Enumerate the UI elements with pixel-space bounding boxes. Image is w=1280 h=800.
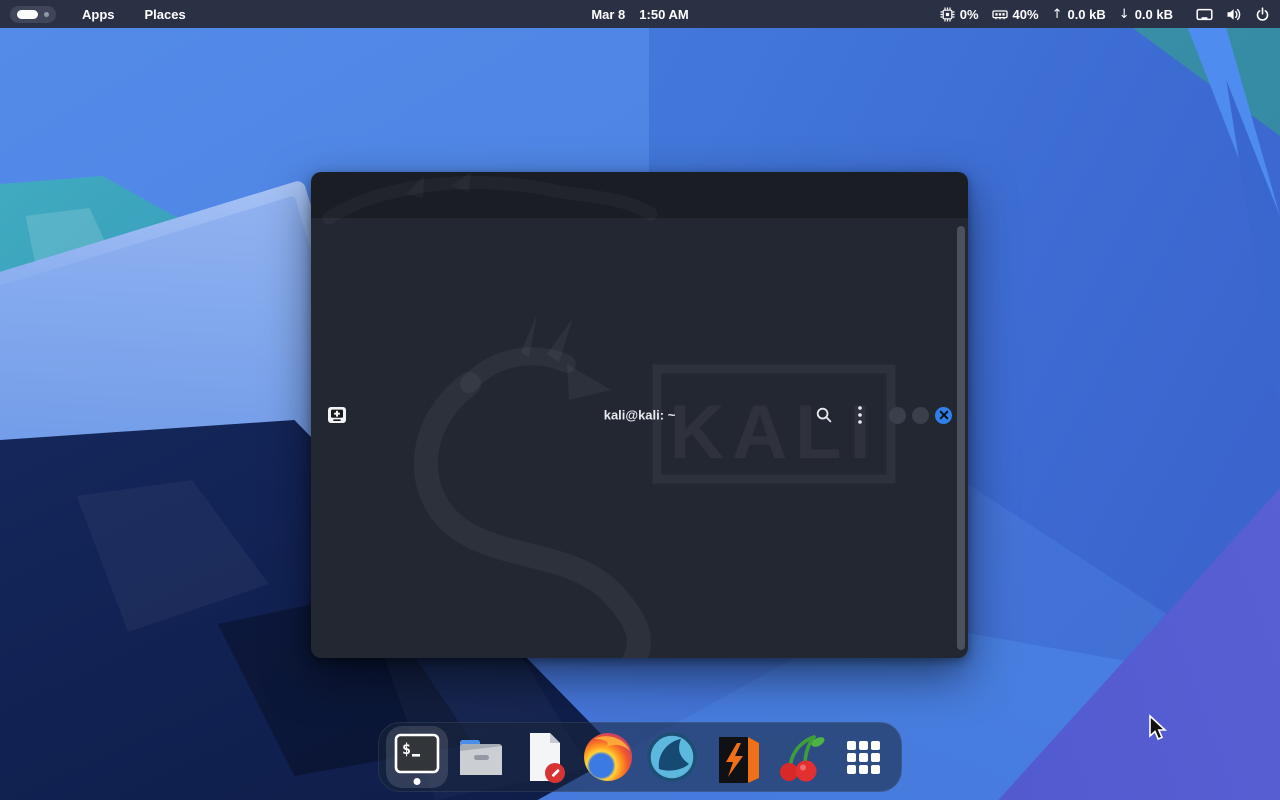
dock-item-wireshark[interactable] xyxy=(640,725,704,789)
net-up-indicator[interactable]: ↑ 0.0 kB xyxy=(1052,7,1106,22)
power-icon[interactable] xyxy=(1255,7,1270,22)
places-menu[interactable]: Places xyxy=(141,7,190,22)
workspace-dot xyxy=(44,12,49,17)
volume-icon[interactable] xyxy=(1226,7,1242,22)
window-title: kali@kali: ~ xyxy=(604,408,676,423)
cpu-icon xyxy=(940,7,955,22)
firefox-icon xyxy=(580,729,636,785)
dock-item-firefox[interactable] xyxy=(576,725,640,789)
desktop: Apps Places Mar 8 1:50 AM 0% xyxy=(0,0,1280,800)
running-indicator xyxy=(413,778,420,785)
arrow-down-icon: ↓ xyxy=(1119,7,1130,22)
dock-item-burpsuite[interactable] xyxy=(704,725,768,789)
dock-item-app-grid[interactable] xyxy=(831,725,895,789)
dock-item-text-editor[interactable] xyxy=(513,725,577,789)
clock[interactable]: Mar 8 1:50 AM xyxy=(591,7,688,22)
workspace-indicator[interactable] xyxy=(10,6,56,23)
arrow-up-icon: ↑ xyxy=(1052,7,1063,22)
top-bar: Apps Places Mar 8 1:50 AM 0% xyxy=(0,0,1280,28)
memory-icon xyxy=(992,7,1008,22)
menu-icon[interactable] xyxy=(857,405,863,425)
terminal-window: KALI kali@kali: ~ xyxy=(311,172,968,658)
wireshark-icon xyxy=(644,729,700,785)
net-down-indicator[interactable]: ↓ 0.0 kB xyxy=(1119,7,1173,22)
dock-item-cherrytree[interactable] xyxy=(768,725,832,789)
maximize-button[interactable] xyxy=(912,407,929,424)
minimize-button[interactable] xyxy=(889,407,906,424)
apps-menu[interactable]: Apps xyxy=(78,7,119,22)
clock-time: 1:50 AM xyxy=(639,7,688,22)
text-editor-icon xyxy=(516,729,572,785)
memory-indicator[interactable]: 40% xyxy=(992,7,1039,22)
close-icon xyxy=(939,411,948,420)
terminal-app-icon[interactable] xyxy=(327,406,347,424)
cpu-indicator[interactable]: 0% xyxy=(940,7,979,22)
dock: $ xyxy=(378,722,902,792)
clock-date: Mar 8 xyxy=(591,7,625,22)
app-grid-icon xyxy=(835,729,891,785)
close-button[interactable] xyxy=(935,407,952,424)
burpsuite-icon xyxy=(708,729,764,785)
workspace-active-pill xyxy=(17,10,38,19)
dock-item-file-manager[interactable] xyxy=(449,725,513,789)
search-icon[interactable] xyxy=(815,406,833,424)
cherrytree-icon xyxy=(771,729,827,785)
dock-item-terminal[interactable]: $ xyxy=(385,725,449,789)
scrollbar[interactable] xyxy=(957,226,965,650)
screen-icon[interactable] xyxy=(1196,7,1213,22)
file-manager-icon xyxy=(453,729,509,785)
